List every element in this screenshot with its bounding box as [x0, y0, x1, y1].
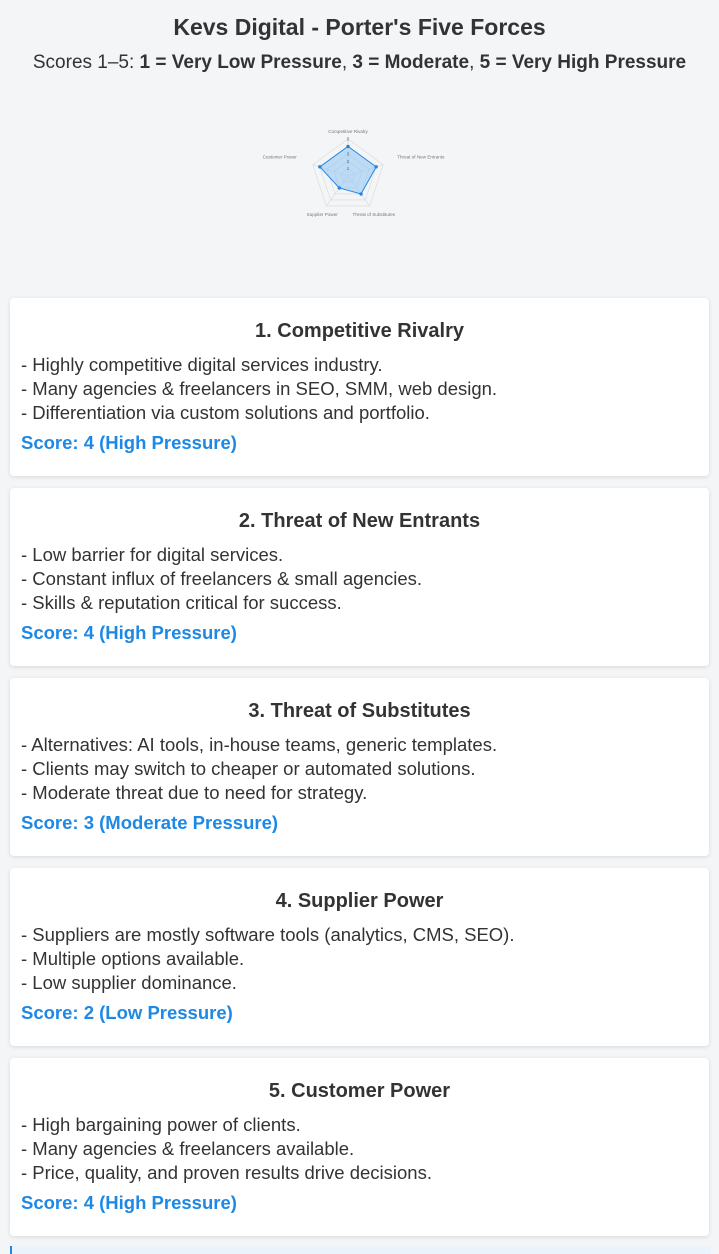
card-customer-power: 5. Customer Power - High bargaining powe… [10, 1058, 709, 1236]
radar-data-point [318, 165, 322, 169]
score-label: Score: 4 (High Pressure) [21, 622, 237, 643]
card-line: - Highly competitive digital services in… [21, 354, 383, 375]
card-line: - Many agencies & freelancers in SEO, SM… [21, 378, 498, 399]
card-competitive-rivalry: 1. Competitive Rivalry - Highly competit… [10, 298, 709, 476]
scale-sep-2: , [469, 52, 480, 73]
card-line: - Skills & reputation critical for succe… [21, 592, 342, 613]
radar-category-label: Customer Power [263, 155, 298, 160]
card-heading: 5. Customer Power [268, 1080, 451, 1102]
card-line: - Alternatives: AI tools, in-house teams… [21, 734, 498, 755]
card-line: - Clients may switch to cheaper or autom… [21, 758, 476, 779]
next-card-edge [10, 1246, 711, 1254]
score-label: Score: 3 (Moderate Pressure) [21, 812, 279, 833]
radar-category-label: Competitive Rivalry [328, 129, 368, 134]
card-line: - Constant influx of freelancers & small… [21, 568, 423, 589]
card-line: - Multiple options available. [21, 948, 245, 969]
card-line: - High bargaining power of clients. [21, 1114, 301, 1135]
radar-data-point [374, 165, 378, 169]
score-scale-subtitle: Scores 1–5: 1 = Very Low Pressure, 3 = M… [0, 51, 719, 75]
card-threat-of-new-entrants: 2. Threat of New Entrants - Low barrier … [10, 488, 709, 666]
radar-category-label: Threat of Substitutes [353, 212, 396, 217]
radar-data-point [359, 192, 363, 196]
card-line: - Low barrier for digital services. [21, 544, 284, 565]
radar-tick-label: 5 [347, 137, 350, 142]
card-heading: 3. Threat of Substitutes [248, 700, 471, 722]
radar-chart-svg: 12345Competitive RivalryThreat of New En… [263, 129, 446, 217]
card-heading: 2. Threat of New Entrants [238, 510, 481, 532]
card-line: - Suppliers are mostly software tools (a… [21, 924, 515, 945]
scale-mid: 3 = Moderate [352, 52, 470, 73]
scale-high: 5 = Very High Pressure [479, 52, 687, 73]
card-threat-of-substitutes: 3. Threat of Substitutes - Alternatives:… [10, 678, 709, 856]
scale-sep-1: , [341, 52, 353, 73]
score-label: Score: 4 (High Pressure) [21, 432, 237, 453]
card-heading: 1. Competitive Rivalry [255, 320, 464, 342]
card-supplier-power: 4. Supplier Power - Suppliers are mostly… [10, 868, 709, 1046]
radar-data-point [337, 186, 342, 190]
radar-chart: 1 2 3 4 5 Competitive Rivalry Threat of New En… [250, 118, 462, 244]
radar-category-label: Threat of New Entrants [397, 155, 445, 160]
page-title: Kevs Digital - Porter's Five Forces [173, 14, 546, 40]
scale-prefix: Scores 1–5: [32, 52, 140, 73]
score-label: Score: 2 (Low Pressure) [21, 1002, 233, 1023]
scale-low: 1 = Very Low Pressure [139, 52, 342, 73]
card-line: - Price, quality, and proven results dri… [21, 1162, 432, 1183]
card-line: - Low supplier dominance. [21, 972, 237, 993]
card-line: - Moderate threat due to need for strate… [21, 782, 368, 803]
card-heading: 4. Supplier Power [275, 890, 444, 912]
score-label: Score: 4 (High Pressure) [21, 1192, 237, 1213]
card-line: - Differentiation via custom solutions a… [21, 402, 430, 423]
card-line: - Many agencies & freelancers available. [21, 1138, 355, 1159]
radar-category-label: Supplier Power [307, 212, 339, 217]
